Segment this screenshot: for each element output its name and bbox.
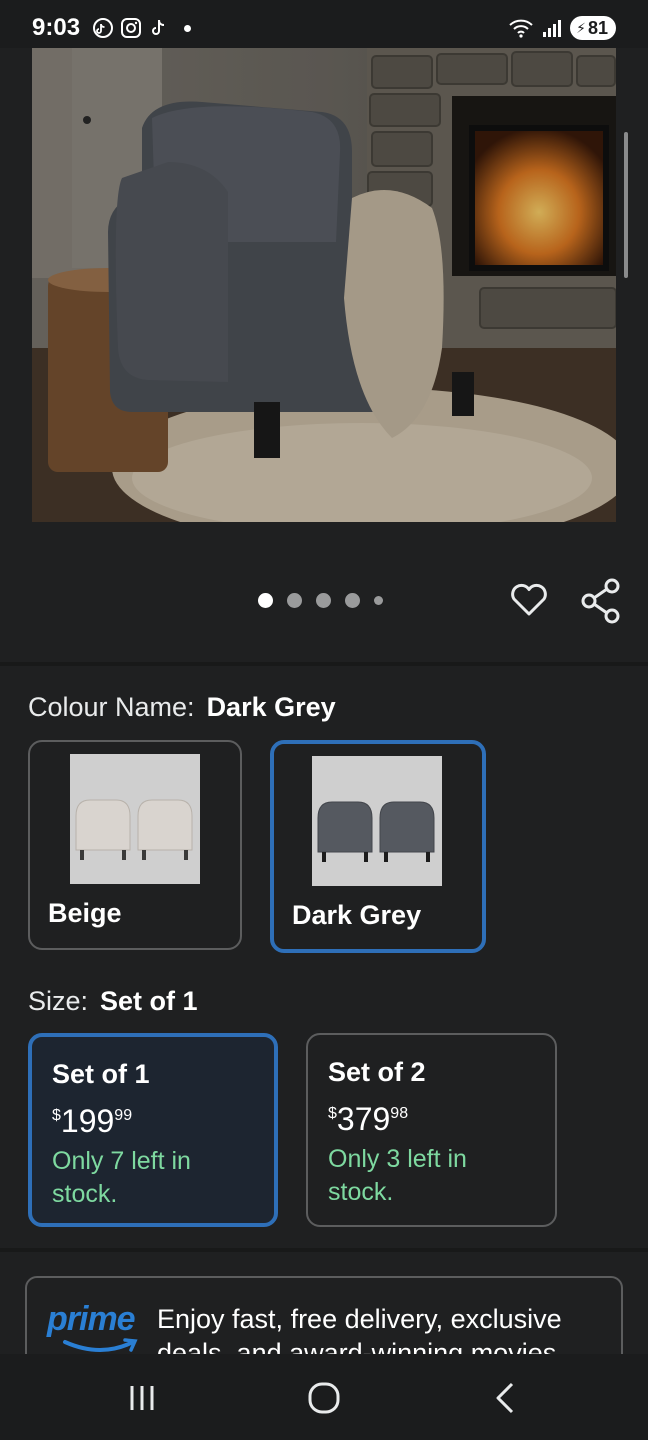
heart-icon[interactable] [508, 578, 550, 620]
size-option-set-of-1[interactable]: Set of 1 $19999 Only 7 left in stock. [28, 1033, 278, 1227]
pagination-dot-3[interactable] [316, 593, 331, 608]
status-bar: 9:03 ⚡ 81 [0, 0, 648, 48]
notification-icons [92, 17, 191, 39]
share-icon[interactable] [580, 578, 622, 624]
section-divider [0, 662, 648, 666]
section-divider [0, 1248, 648, 1252]
battery-level: 81 [587, 17, 608, 38]
tiktok-icon [152, 19, 165, 35]
colour-thumbnail [312, 756, 442, 886]
colour-name-label: Colour Name: Dark Grey [28, 692, 336, 723]
system-icons: ⚡ 81 [508, 16, 616, 40]
prime-smile-icon [63, 1338, 138, 1352]
pagination-dot-4[interactable] [345, 593, 360, 608]
prime-logo: prime [47, 1300, 136, 1338]
size-label-text: Size: [28, 986, 89, 1016]
battery-bolt-icon: ⚡ [576, 19, 586, 36]
size-label: Size: Set of 1 [28, 986, 198, 1017]
stock-status: Only 3 left in stock. [328, 1145, 467, 1206]
price-whole: 199 [60, 1103, 115, 1139]
price-currency: $ [52, 1107, 61, 1124]
price-whole: 379 [336, 1101, 391, 1137]
price-fraction: 99 [114, 1107, 133, 1124]
size-selected-value: Set of 1 [100, 986, 198, 1016]
back-icon[interactable] [484, 1376, 528, 1420]
stock-status: Only 7 left in stock. [52, 1147, 191, 1208]
system-nav-bar [0, 1354, 648, 1440]
signal-icon [543, 20, 562, 37]
size-option-set-of-2[interactable]: Set of 2 $37998 Only 3 left in stock. [306, 1033, 557, 1227]
scrollbar-thumb[interactable] [624, 132, 628, 278]
status-time: 9:03 [32, 14, 81, 41]
product-image[interactable] [32, 48, 616, 522]
colour-option-dark-grey[interactable]: Dark Grey [270, 740, 486, 953]
product-photo [32, 48, 616, 522]
colour-thumbnail [70, 754, 200, 884]
colour-option-beige[interactable]: Beige [28, 740, 242, 950]
size-option-name: Set of 1 [52, 1059, 150, 1089]
colour-option-name: Beige [48, 898, 122, 928]
instagram-icon [121, 18, 141, 38]
gallery-pagination[interactable] [258, 593, 383, 608]
colour-label-text: Colour Name: [28, 692, 195, 722]
pagination-dot-2[interactable] [287, 593, 302, 608]
pagination-dot-5[interactable] [374, 596, 383, 605]
recents-icon[interactable] [120, 1376, 164, 1420]
battery-indicator: ⚡ 81 [570, 16, 616, 40]
price-fraction: 98 [390, 1105, 409, 1122]
size-option-name: Set of 2 [328, 1057, 426, 1087]
pagination-dot-1[interactable] [258, 593, 273, 608]
colour-option-name: Dark Grey [292, 900, 422, 930]
tiktok-icon [93, 18, 113, 38]
colour-selected-value: Dark Grey [206, 692, 336, 722]
size-option-price: $37998 [328, 1101, 408, 1138]
notification-dot [184, 24, 191, 32]
wifi-icon [509, 19, 533, 38]
size-option-price: $19999 [52, 1103, 132, 1140]
home-icon[interactable] [302, 1376, 346, 1420]
price-currency: $ [328, 1105, 337, 1122]
